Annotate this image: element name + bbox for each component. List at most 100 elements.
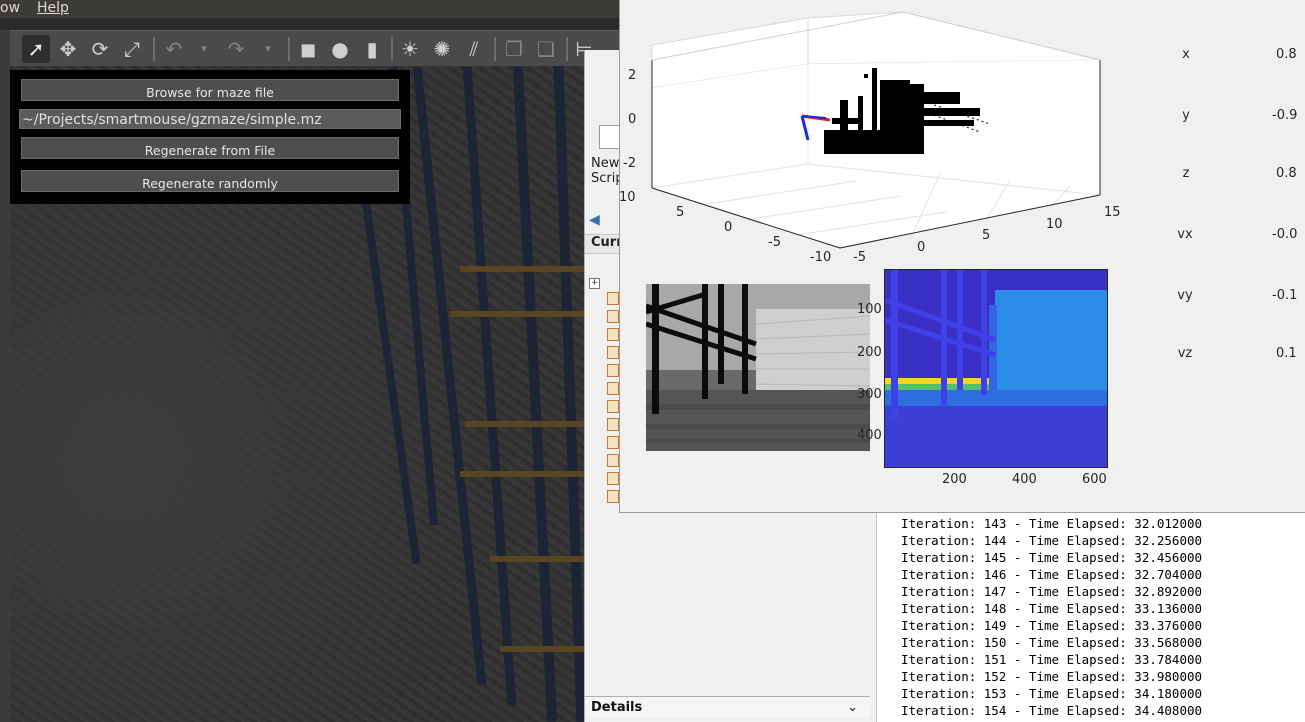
state-value-vx: -0.0 [1272, 227, 1298, 242]
matlab-figure-window: 2 0 -2 10 5 0 -5 -10 -5 0 5 10 15 100 20… [619, 0, 1305, 513]
z-tick: -2 [623, 156, 636, 171]
file-icon[interactable] [607, 382, 619, 395]
back-arrow-icon[interactable]: ◀ [589, 212, 600, 228]
z-tick: 2 [628, 68, 637, 83]
redo-icon[interactable]: ↷ [222, 35, 250, 63]
regenerate-from-file-button[interactable]: Regenerate from File [21, 137, 399, 159]
maze-plugin-panel: Browse for maze file ~/Projects/smartmou… [10, 70, 410, 204]
gazebo-menubar: ow Help [0, 0, 620, 18]
depth-x-tick: 600 [1082, 472, 1107, 487]
console-line: Iteration: 154 - Time Elapsed: 34.408000 [901, 703, 1203, 718]
z-tick: 0 [628, 112, 637, 127]
sphere-icon[interactable]: ● [326, 35, 354, 63]
point-light-icon[interactable]: ☀ [396, 35, 424, 63]
file-icon[interactable] [607, 454, 619, 467]
state-value-vy: -0.1 [1272, 288, 1298, 303]
shelf-beam [450, 311, 584, 317]
file-icon[interactable] [607, 418, 619, 431]
state-label-vz: vz [1177, 346, 1193, 361]
x-tick: 5 [676, 205, 685, 220]
paste-icon[interactable]: ❏ [532, 35, 560, 63]
file-icon[interactable] [607, 364, 619, 377]
state-label-vy: vy [1177, 288, 1193, 303]
box-icon[interactable]: ◼ [294, 35, 322, 63]
rotate-icon[interactable]: ⟳ [86, 35, 114, 63]
depth-y-tick: 300 [857, 387, 882, 402]
browse-maze-button[interactable]: Browse for maze file [21, 79, 399, 101]
shelf-beam [460, 471, 584, 477]
shelf-beam [465, 421, 584, 427]
y-tick: 10 [1046, 217, 1063, 232]
rgb-camera-image[interactable] [646, 284, 870, 451]
console-line: Iteration: 150 - Time Elapsed: 33.568000 [901, 635, 1203, 650]
y-tick: 15 [1104, 205, 1121, 220]
cylinder-icon[interactable]: ▮ [358, 35, 386, 63]
file-icon[interactable] [607, 436, 619, 449]
state-label-x: x [1182, 47, 1190, 62]
console-line: Iteration: 146 - Time Elapsed: 32.704000 [901, 567, 1203, 582]
file-icon[interactable] [607, 292, 619, 305]
toolbar-separator [566, 37, 568, 61]
console-line: Iteration: 149 - Time Elapsed: 33.376000 [901, 618, 1203, 633]
shelf-beam [460, 266, 584, 272]
redo-dropdown-icon[interactable]: ▾ [254, 35, 282, 63]
y-tick: -5 [853, 250, 866, 265]
console-line: Iteration: 143 - Time Elapsed: 32.012000 [901, 516, 1203, 531]
chevron-down-icon[interactable]: ⌄ [847, 697, 858, 719]
console-line: Iteration: 153 - Time Elapsed: 34.180000 [901, 686, 1203, 701]
depth-x-tick: 400 [1012, 472, 1037, 487]
file-icon[interactable] [607, 490, 619, 503]
x-tick: -5 [768, 235, 781, 250]
shelf-beam [500, 646, 584, 652]
file-icon[interactable] [607, 346, 619, 359]
regenerate-randomly-button[interactable]: Regenerate randomly [21, 170, 399, 192]
depth-camera-image[interactable] [884, 269, 1108, 468]
state-value-vz: 0.1 [1276, 346, 1297, 361]
file-icon[interactable] [607, 400, 619, 413]
state-value-x: 0.8 [1276, 47, 1297, 62]
translate-icon[interactable]: ✥ [54, 35, 82, 63]
y-tick: 0 [917, 240, 926, 255]
toolbar-separator [391, 37, 393, 61]
x-tick: 0 [724, 220, 733, 235]
shelf-upright [553, 66, 587, 722]
console-line: Iteration: 148 - Time Elapsed: 33.136000 [901, 601, 1203, 616]
state-value-y: -0.9 [1272, 108, 1298, 123]
select-arrow-icon[interactable]: ➚ [22, 35, 50, 63]
menu-view[interactable]: ow [0, 0, 20, 16]
shelf-upright [512, 66, 558, 722]
details-panel-header[interactable]: Details ⌄ [585, 696, 870, 718]
shelf-beam [490, 556, 584, 562]
gazebo-left-edge [0, 30, 10, 722]
spot-light-icon[interactable]: ✺ [428, 35, 456, 63]
console-line: Iteration: 145 - Time Elapsed: 32.456000 [901, 550, 1203, 565]
state-value-z: 0.8 [1276, 166, 1297, 181]
depth-x-tick: 200 [942, 472, 967, 487]
console-line: Iteration: 151 - Time Elapsed: 33.784000 [901, 652, 1203, 667]
y-tick: 5 [982, 228, 991, 243]
scale-icon[interactable]: ⤢ [118, 35, 146, 63]
state-label-z: z [1182, 166, 1190, 181]
toolbar-separator [153, 37, 155, 61]
file-icon[interactable] [607, 472, 619, 485]
menu-help[interactable]: Help [37, 0, 69, 16]
file-icon[interactable] [607, 310, 619, 323]
console-line: Iteration: 147 - Time Elapsed: 32.892000 [901, 584, 1203, 599]
file-icon[interactable] [607, 328, 619, 341]
undo-icon[interactable]: ↶ [160, 35, 188, 63]
pointcloud-3d-axes[interactable] [620, 0, 1180, 270]
undo-dropdown-icon[interactable]: ▾ [190, 35, 218, 63]
command-window[interactable]: Iteration: 143 - Time Elapsed: 32.012000… [876, 500, 1305, 722]
x-tick: -10 [810, 250, 832, 265]
copy-icon[interactable]: ❐ [500, 35, 528, 63]
console-line: Iteration: 152 - Time Elapsed: 33.980000 [901, 669, 1203, 684]
state-label-vx: vx [1177, 227, 1193, 242]
expand-icon[interactable]: + [589, 278, 600, 289]
maze-path-input[interactable]: ~/Projects/smartmouse/gzmaze/simple.mz [19, 109, 401, 129]
directional-light-icon[interactable]: ⫽ [460, 35, 488, 63]
x-tick: 10 [619, 190, 636, 205]
depth-y-tick: 200 [857, 345, 882, 360]
console-line: Iteration: 144 - Time Elapsed: 32.256000 [901, 533, 1203, 548]
toolbar-separator [494, 37, 496, 61]
state-label-y: y [1182, 108, 1190, 123]
